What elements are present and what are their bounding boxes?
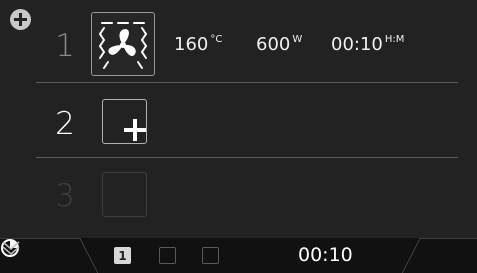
page-indicator-1[interactable]: 1 [114, 247, 131, 264]
step-row-1[interactable]: 1 160 °C 600 W 00:10 H:M [0, 12, 477, 80]
temperature-value[interactable]: 160 °C [174, 34, 222, 55]
time-value[interactable]: 00:10 H:M [331, 34, 404, 55]
temperature-number: 160 [174, 34, 209, 55]
bottom-bar: 1 00:10 [0, 238, 477, 273]
page-indicator-3[interactable] [202, 247, 219, 264]
divider [36, 157, 458, 158]
power-value[interactable]: 600 W [256, 34, 302, 55]
divider [36, 82, 458, 83]
add-phase-button[interactable] [102, 99, 147, 144]
step-number: 2 [55, 106, 75, 142]
oven-program-screen: 1 160 °C 600 W 00:10 H:M 2 3 1 00:10 [0, 0, 477, 273]
time-unit: H:M [384, 34, 405, 45]
step-number: 1 [55, 28, 75, 64]
step-number: 3 [55, 178, 75, 214]
total-time: 00:10 [298, 244, 353, 266]
convection-fan-icon [98, 22, 148, 69]
cooking-mode-button[interactable] [91, 12, 155, 76]
bottom-bar-background [0, 238, 477, 273]
power-unit: W [292, 34, 303, 45]
empty-phase-slot [102, 172, 147, 217]
chevron-down-icon[interactable] [0, 238, 22, 258]
power-number: 600 [256, 34, 291, 55]
temperature-unit: °C [210, 34, 223, 45]
step-row-2[interactable]: 2 [0, 94, 477, 154]
step-row-3: 3 [0, 170, 477, 220]
page-indicator-2[interactable] [159, 247, 176, 264]
time-number: 00:10 [331, 34, 383, 55]
